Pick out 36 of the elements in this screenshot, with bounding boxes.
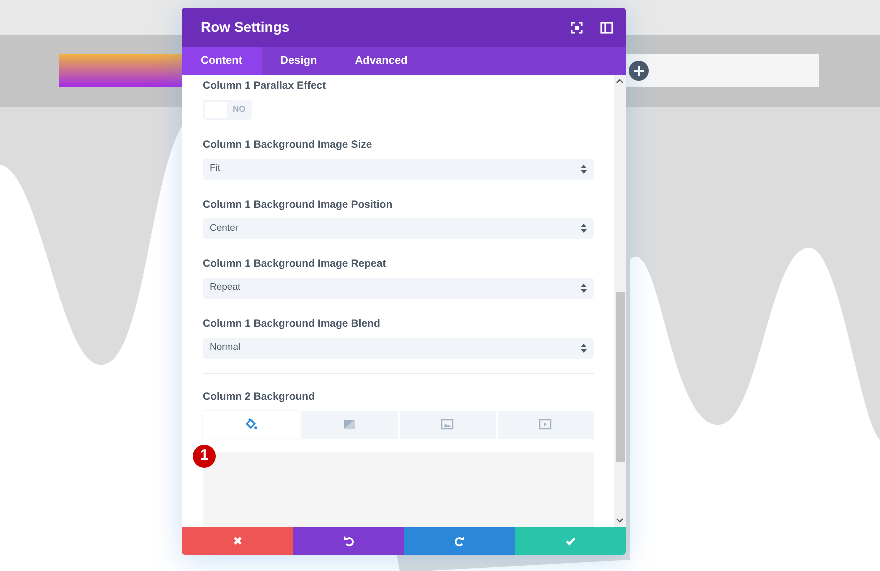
sidebar-icon[interactable] xyxy=(600,20,614,34)
field-label: Column 1 Background Image Position xyxy=(203,198,394,212)
gradient-icon xyxy=(342,418,356,431)
dropdown-arrows-icon xyxy=(581,224,587,234)
expand-icon[interactable] xyxy=(570,20,584,34)
field-label: Column 1 Background Image Repeat xyxy=(203,257,388,272)
undo-icon xyxy=(342,535,354,547)
tab[interactable]: Design xyxy=(262,47,336,75)
tab[interactable]: Content xyxy=(182,47,262,75)
image-icon xyxy=(441,418,454,431)
select-field[interactable]: Repeat xyxy=(203,278,594,299)
number-badge: 1 xyxy=(193,444,216,468)
add-button[interactable] xyxy=(629,61,649,81)
scroll-down-icon[interactable] xyxy=(616,518,624,524)
field-label: Column 1 Parallax Effect xyxy=(203,79,328,94)
field-label: Column 1 Background Image Blend xyxy=(203,317,382,332)
dropdown-arrows-icon xyxy=(581,164,587,174)
window-title: Row Settings xyxy=(201,18,290,37)
scroll-up-icon[interactable] xyxy=(616,78,624,84)
dropdown-arrows-icon xyxy=(581,344,587,353)
check-icon xyxy=(564,535,576,547)
paint-bucket-icon xyxy=(244,418,258,431)
scrollbar[interactable] xyxy=(614,75,626,527)
close-icon xyxy=(232,535,244,547)
select-field[interactable]: Center xyxy=(203,218,594,240)
redo-icon xyxy=(454,535,466,547)
select-field[interactable]: Fit xyxy=(203,158,594,180)
undo-button[interactable] xyxy=(293,527,404,555)
tab[interactable]: Advanced xyxy=(336,47,427,75)
video-icon xyxy=(539,418,552,431)
field-label: Column 2 Background xyxy=(203,390,316,405)
select-field[interactable]: Normal xyxy=(203,338,594,359)
redo-button[interactable] xyxy=(404,527,515,555)
field-label: Column 1 Background Image Size xyxy=(203,138,374,153)
cancel-button[interactable] xyxy=(182,527,293,555)
dropdown-arrows-icon xyxy=(581,284,587,293)
